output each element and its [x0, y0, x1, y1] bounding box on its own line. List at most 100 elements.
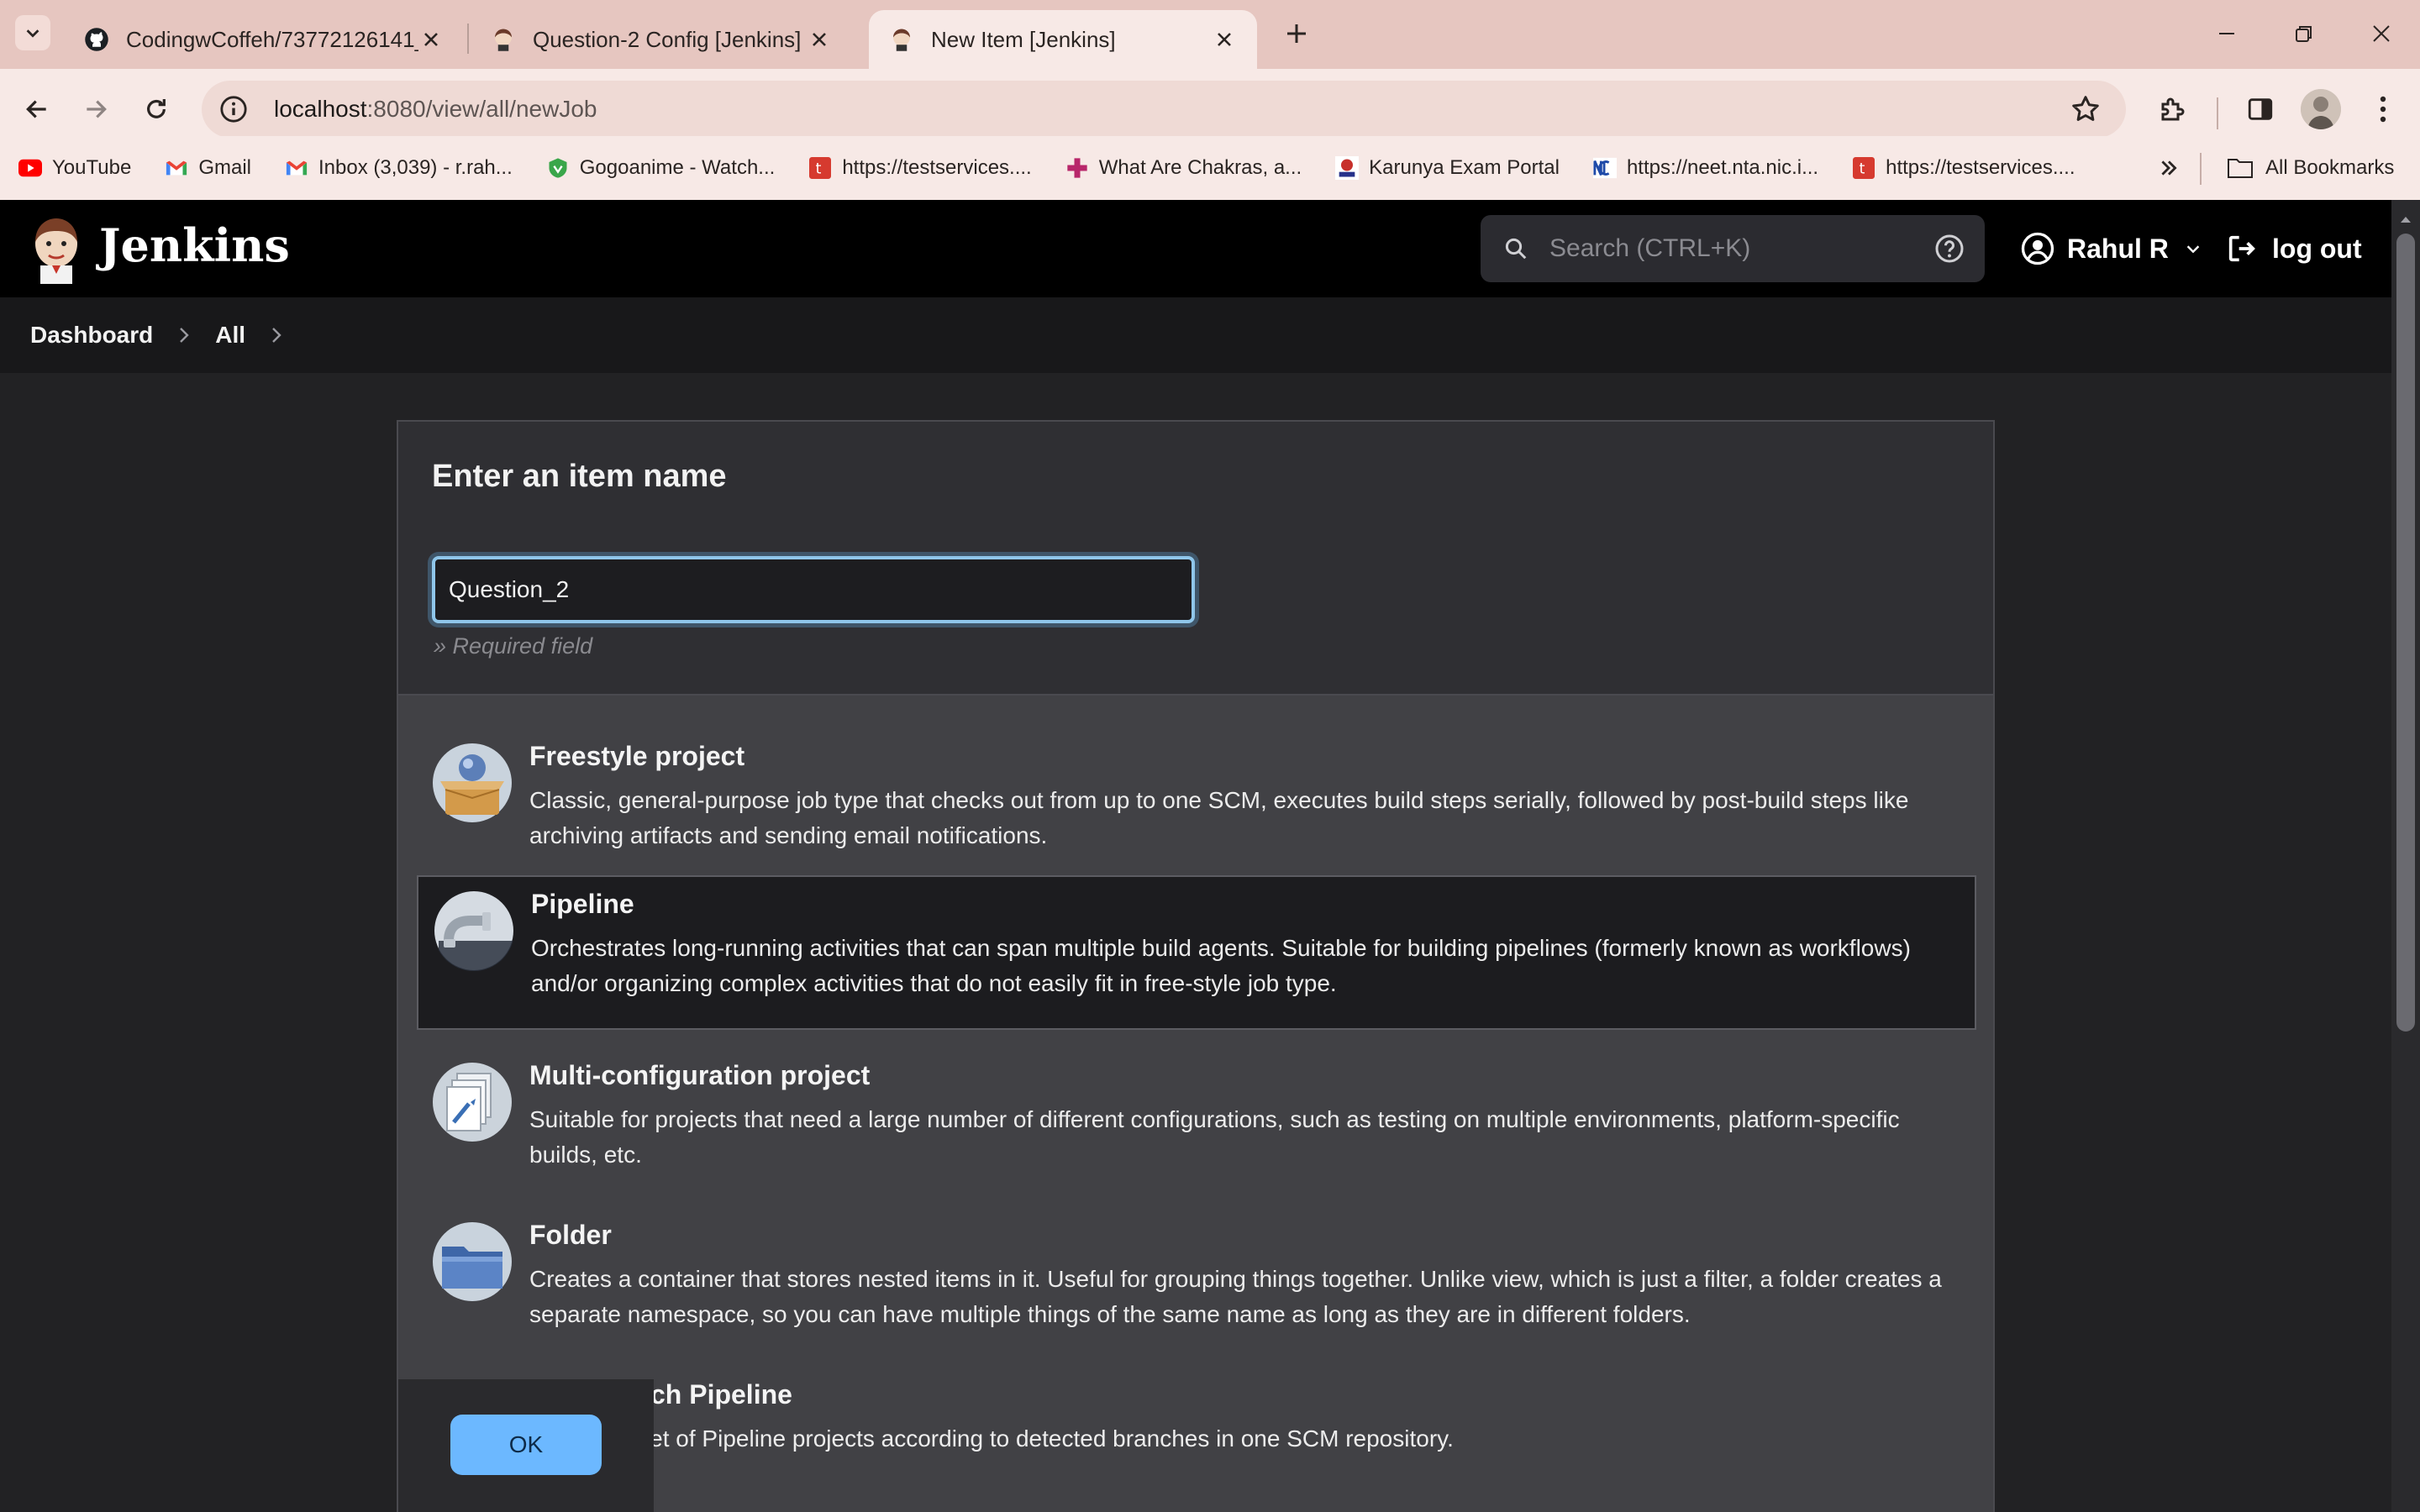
kebab-menu-icon [2380, 96, 2386, 123]
item-type-description: Creates a container that stores nested i… [529, 1266, 1942, 1327]
all-bookmarks-button[interactable]: All Bookmarks [2227, 136, 2394, 200]
tab-title: Question-2 Config [Jenkins] [533, 26, 802, 52]
side-panel-icon [2248, 98, 2273, 120]
logout-link[interactable]: log out [2223, 200, 2362, 297]
bookmark-label: Gmail [198, 156, 251, 179]
bookmark-label: https://neet.nta.nic.i... [1626, 156, 1819, 179]
minimize-button[interactable] [2188, 10, 2265, 57]
logout-icon [2223, 230, 2260, 267]
item-type-multi-configuration[interactable]: Multi-configuration project Suitable for… [417, 1048, 1976, 1203]
scroll-thumb[interactable] [2396, 234, 2415, 1032]
close-tab-icon[interactable] [418, 27, 444, 52]
extensions-button[interactable] [2149, 86, 2196, 133]
arrow-right-icon [87, 100, 107, 118]
jenkins-search-box[interactable] [1481, 215, 1985, 282]
github-icon [84, 27, 109, 52]
logout-label: log out [2272, 233, 2362, 264]
bookmark-item[interactable]: Gogoanime - Watch... [546, 156, 775, 180]
bookmark-item[interactable]: What Are Chakras, a... [1065, 156, 1302, 180]
tab-separator [467, 24, 469, 54]
item-name-section: Enter an item name » Required field [398, 422, 1993, 696]
karunya-icon [1335, 156, 1360, 180]
url-host: localhost [274, 96, 367, 122]
plus-icon [1287, 24, 1306, 43]
bookmark-star-icon[interactable] [2069, 92, 2102, 126]
jenkins-logo-icon[interactable] [30, 217, 82, 284]
minimize-icon [2219, 33, 2234, 34]
help-icon[interactable] [1933, 232, 1966, 265]
item-type-description: Suitable for projects that need a large … [529, 1106, 1900, 1168]
search-input[interactable] [1549, 234, 1933, 263]
item-type-description: Classic, general-purpose job type that c… [529, 787, 1909, 848]
restore-button[interactable] [2265, 10, 2343, 57]
testservices-icon: t [1852, 156, 1876, 180]
side-panel-button[interactable] [2237, 86, 2284, 133]
tab-new-item[interactable]: New Item [Jenkins] [869, 10, 1257, 69]
close-tab-icon[interactable] [1212, 27, 1237, 52]
forward-button[interactable] [72, 86, 119, 133]
multi-configuration-icon [432, 1062, 513, 1142]
back-button[interactable] [13, 86, 60, 133]
item-type-pipeline[interactable]: Pipeline Orchestrates long-running activ… [417, 875, 1976, 1030]
close-tab-icon[interactable] [807, 27, 832, 52]
jenkins-icon [889, 27, 914, 52]
gmail-icon [165, 156, 188, 180]
required-field-hint: » Required field [434, 633, 593, 659]
bookmark-item[interactable]: YouTube [18, 156, 131, 180]
reload-button[interactable] [133, 86, 180, 133]
freestyle-project-icon [432, 743, 513, 823]
url-path: :8080/view/all/newJob [366, 96, 597, 122]
bookmark-item[interactable]: Karunya Exam Portal [1335, 156, 1560, 180]
item-type-freestyle[interactable]: Freestyle project Classic, general-purpo… [417, 729, 1976, 884]
toolbar-divider [2217, 97, 2218, 129]
scroll-up-arrow-icon[interactable] [2391, 207, 2420, 232]
svg-text:t: t [1860, 161, 1865, 178]
jenkins-icon [491, 27, 516, 52]
chevron-right-icon[interactable] [171, 323, 197, 348]
tab-github[interactable]: CodingwCoffeh/73772126141_I [64, 10, 464, 69]
plus-cross-icon [1065, 156, 1089, 180]
site-info-icon[interactable] [217, 92, 250, 126]
tab-search-button[interactable] [15, 15, 50, 50]
chevron-down-icon [2181, 236, 2206, 261]
arrow-left-icon [26, 100, 46, 118]
page-scrollbar[interactable] [2391, 200, 2420, 1512]
browser-profile-avatar[interactable] [2301, 89, 2341, 129]
main-content: Enter an item name » Required field Free… [0, 373, 2391, 1512]
browser-menu-button[interactable] [2360, 86, 2407, 133]
item-type-name: Multi-configuration project [529, 1060, 871, 1090]
bookmark-label: https://testservices.... [1886, 156, 2075, 179]
url-text: localhost:8080/view/all/newJob [274, 96, 597, 123]
breadcrumb: Dashboard All [0, 297, 2391, 373]
chevron-right-icon[interactable] [264, 323, 289, 348]
item-type-description: Creates a set of Pipeline projects accor… [529, 1425, 1454, 1452]
address-bar[interactable]: localhost:8080/view/all/newJob [202, 81, 2126, 138]
bookmark-item[interactable]: t https://testservices.... [808, 156, 1032, 180]
chevron-down-icon [26, 29, 39, 38]
folder-icon [2227, 155, 2254, 181]
tab-title: CodingwCoffeh/73772126141_I [126, 26, 418, 52]
item-type-description: Orchestrates long-running activities tha… [531, 935, 1911, 996]
new-item-panel: Enter an item name » Required field Free… [397, 420, 1995, 1512]
bookmark-label: Inbox (3,039) - r.rah... [318, 156, 513, 179]
user-menu[interactable]: Rahul R [2020, 200, 2206, 297]
breadcrumb-all[interactable]: All [215, 322, 245, 349]
new-tab-button[interactable] [1276, 15, 1318, 52]
breadcrumb-dashboard[interactable]: Dashboard [30, 322, 153, 349]
bookmark-item[interactable]: Inbox (3,039) - r.rah... [285, 156, 513, 180]
bookmark-label: What Are Chakras, a... [1098, 156, 1302, 179]
jenkins-brand[interactable]: Jenkins [99, 218, 290, 272]
ok-button[interactable]: OK [450, 1415, 602, 1475]
browser-tab-strip: CodingwCoffeh/73772126141_I Question-2 C… [0, 0, 2420, 69]
item-name-input[interactable] [432, 556, 1195, 623]
restore-icon [2296, 26, 2312, 42]
bookmark-item[interactable]: https://neet.nta.nic.i... [1592, 156, 1819, 180]
svg-text:t: t [816, 161, 822, 178]
item-type-folder[interactable]: Folder Creates a container that stores n… [417, 1208, 1976, 1362]
bookmark-item[interactable]: t https://testservices.... [1852, 156, 2075, 180]
more-bookmarks-button[interactable] [2148, 143, 2190, 193]
tab-question2-config[interactable]: Question-2 Config [Jenkins] [471, 10, 852, 69]
bookmark-item[interactable]: Gmail [165, 156, 251, 180]
close-window-button[interactable] [2343, 10, 2420, 57]
bookmarks-bar: YouTube Gmail Inbox (3,039) - r.rah... G… [0, 136, 2420, 200]
